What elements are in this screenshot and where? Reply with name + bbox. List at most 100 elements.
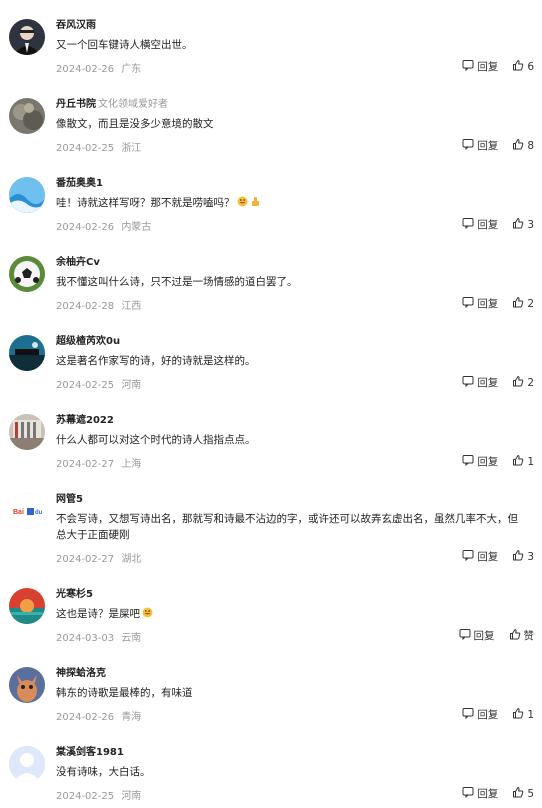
user-avatar[interactable] [9, 19, 45, 55]
thumbs-up-icon [512, 138, 527, 153]
comment-item: 超级楂芮欢0u 这是著名作家写的诗，好的诗就是这样的。 2024-02-25 河… [0, 316, 542, 395]
comment-date: 2024-02-25 [56, 791, 115, 802]
user-avatar[interactable] [9, 335, 45, 371]
comment-date: 2024-02-26 [56, 712, 115, 723]
reply-label: 回复 [477, 456, 499, 468]
user-name[interactable]: 吞风汉雨 [56, 20, 96, 31]
user-name[interactable]: 苏幕遮2022 [56, 415, 114, 426]
like-count: 赞 [523, 630, 535, 642]
comment-text: 什么人都可以对这个时代的诗人指指点点。 [56, 434, 256, 446]
comment-item: 番茄奥奥1 哇！诗就这样写呀？那不就是唠嗑吗？ 2024-02-26 内蒙古 回… [0, 158, 542, 237]
like-button[interactable]: 6 [512, 59, 534, 74]
comment-date: 2024-02-25 [56, 380, 115, 391]
reply-button[interactable]: 回复 [459, 628, 495, 643]
reply-button[interactable]: 回复 [462, 549, 498, 564]
comment-location: 广东 [121, 64, 142, 75]
reply-button[interactable]: 回复 [462, 707, 498, 722]
laugh-emoji [142, 607, 153, 618]
comment-item: 苏幕遮2022 什么人都可以对这个时代的诗人指指点点。 2024-02-27 上… [0, 395, 542, 474]
thumbs-up-icon [512, 786, 527, 801]
like-button[interactable]: 2 [512, 375, 534, 390]
user-name[interactable]: 超级楂芮欢0u [56, 336, 120, 347]
comment-location: 云南 [121, 633, 142, 644]
user-avatar[interactable] [9, 98, 45, 134]
thumbs-up-icon [512, 59, 527, 74]
user-name[interactable]: 番茄奥奥1 [56, 178, 103, 189]
user-name[interactable]: 光寒杉5 [56, 589, 93, 600]
comment-text: 这也是诗？是屎吧 [56, 608, 140, 620]
comment-date: 2024-02-26 [56, 222, 115, 233]
thumbs-up-icon [509, 628, 524, 643]
thumbs-up-icon [512, 296, 527, 311]
reply-button[interactable]: 回复 [462, 454, 498, 469]
like-button[interactable]: 3 [512, 549, 534, 564]
comment-item: 吞风汉雨 又一个回车键诗人横空出世。 2024-02-26 广东 回复 6 [0, 0, 542, 79]
thumbs-up-icon [512, 707, 527, 722]
like-count: 8 [527, 139, 534, 152]
like-button[interactable]: 赞 [509, 628, 535, 643]
reply-button[interactable]: 回复 [462, 375, 498, 390]
reply-icon [462, 138, 477, 153]
like-count: 3 [527, 218, 534, 231]
thumbs-up-icon [512, 549, 527, 564]
reply-button[interactable]: 回复 [462, 59, 498, 74]
comment-text: 哇！诗就这样写呀？那不就是唠嗑吗？ [56, 197, 235, 209]
user-avatar[interactable] [9, 588, 45, 624]
user-tag: 文化领域爱好者 [98, 99, 168, 110]
comment-date: 2024-03-03 [56, 633, 115, 644]
like-button[interactable]: 5 [512, 786, 534, 801]
like-button[interactable]: 1 [512, 707, 534, 722]
comment-item: 光寒杉5 这也是诗？是屎吧 2024-03-03 云南 回复 赞 [0, 569, 542, 648]
like-button[interactable]: 1 [512, 454, 534, 469]
reply-label: 回复 [477, 219, 499, 231]
comment-location: 湖北 [121, 554, 142, 565]
reply-icon [462, 707, 477, 722]
user-avatar[interactable] [9, 414, 45, 450]
reply-label: 回复 [477, 551, 499, 563]
like-count: 1 [527, 455, 534, 468]
user-name[interactable]: 神探蛤洛克 [56, 668, 106, 679]
user-avatar[interactable] [9, 667, 45, 703]
like-button[interactable]: 8 [512, 138, 534, 153]
user-name[interactable]: 余柚卉Cv [56, 257, 100, 268]
reply-icon [462, 217, 477, 232]
comment-item: 神探蛤洛克 韩东的诗歌是最棒的，有味道 2024-02-26 青海 回复 1 [0, 648, 542, 727]
reply-icon [462, 549, 477, 564]
comment-location: 内蒙古 [121, 222, 152, 233]
like-count: 2 [527, 297, 534, 310]
user-avatar[interactable] [9, 177, 45, 213]
user-avatar[interactable] [9, 256, 45, 292]
reply-button[interactable]: 回复 [462, 786, 498, 801]
thumbs-up-icon [512, 217, 527, 232]
comment-date: 2024-02-27 [56, 459, 115, 470]
comment-location: 河南 [121, 380, 142, 391]
user-name[interactable]: 棠溪剑客1981 [56, 747, 124, 758]
user-avatar[interactable] [9, 746, 45, 782]
reply-label: 回复 [477, 140, 499, 152]
thumbs-up-icon [512, 454, 527, 469]
reply-label: 回复 [473, 630, 495, 642]
comment-item: Bai du 网管5 不会写诗，又想写诗出名，那就写和诗最不沾边的字，或许还可以故… [0, 474, 542, 569]
thumb-emoji [251, 197, 259, 206]
like-button[interactable]: 3 [512, 217, 534, 232]
comment-location: 青海 [121, 712, 142, 723]
svg-text:du: du [35, 510, 43, 516]
like-count: 6 [527, 60, 534, 73]
reply-icon [462, 59, 477, 74]
comment-text: 这是著名作家写的诗，好的诗就是这样的。 [56, 355, 256, 367]
comment-date: 2024-02-25 [56, 143, 115, 154]
user-avatar[interactable]: Bai du [9, 493, 45, 529]
user-name[interactable]: 网管5 [56, 494, 83, 505]
comment-location: 上海 [121, 459, 142, 470]
reply-button[interactable]: 回复 [462, 217, 498, 232]
reply-button[interactable]: 回复 [462, 296, 498, 311]
reply-icon [462, 786, 477, 801]
comment-text: 又一个回车键诗人横空出世。 [56, 39, 193, 51]
reply-icon [459, 628, 474, 643]
comment-item: 棠溪剑客1981 没有诗味，大白话。 2024-02-25 河南 回复 5 [0, 727, 542, 806]
reply-button[interactable]: 回复 [462, 138, 498, 153]
laugh-emoji [237, 196, 247, 207]
user-name[interactable]: 丹丘书院 [56, 99, 96, 110]
like-button[interactable]: 2 [512, 296, 534, 311]
comment-text: 韩东的诗歌是最棒的，有味道 [56, 687, 193, 699]
